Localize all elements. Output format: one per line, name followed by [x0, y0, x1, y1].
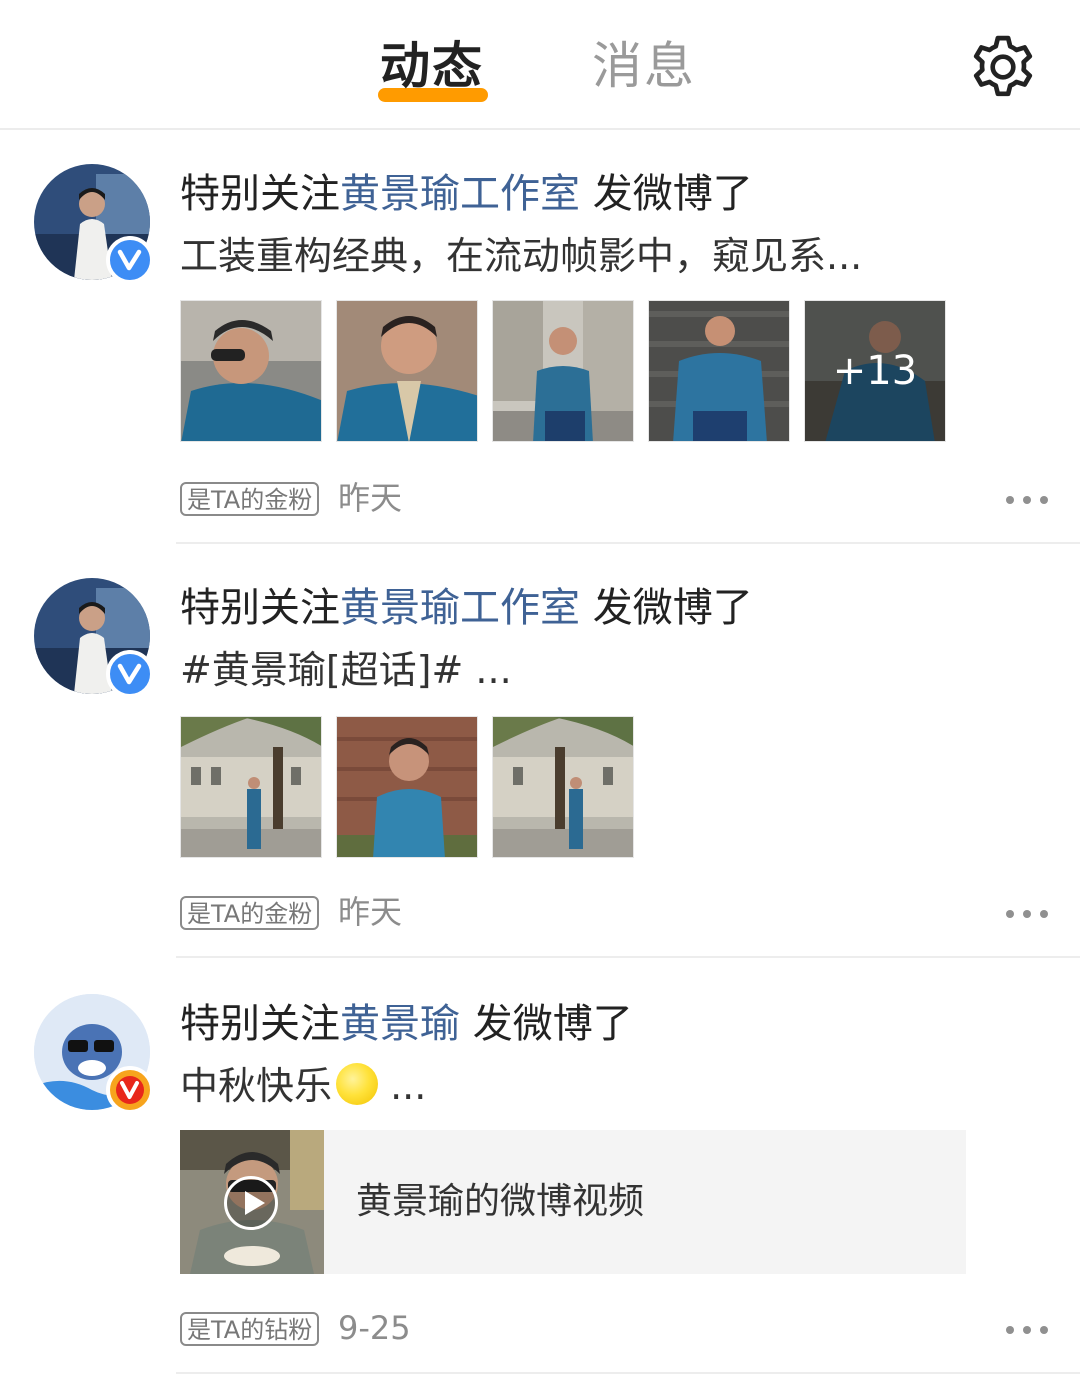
account-name-link[interactable]: 黄景瑜工作室: [340, 585, 580, 631]
post-image[interactable]: [180, 300, 322, 442]
video-card[interactable]: 黄景瑜的微博视频: [180, 1130, 966, 1274]
feed-item[interactable]: 特别关注黄景瑜工作室 发微博了 #黄景瑜[超话]# ... 是TA的金粉 昨天: [0, 544, 1080, 958]
feed-item[interactable]: 特别关注黄景瑜 发微博了 中秋快乐 ... 黄景瑜的微博视频 是TA的钻粉 9-…: [0, 958, 1080, 1381]
account-name-link[interactable]: 黄景瑜: [340, 1001, 460, 1047]
post-image[interactable]: [336, 716, 478, 858]
post-prefix: 特别关注: [180, 171, 340, 217]
post-snippet[interactable]: 中秋快乐 ...: [180, 1058, 426, 1114]
post-suffix: 发微博了: [580, 171, 753, 217]
video-title: 黄景瑜的微博视频: [356, 1181, 645, 1222]
more-options-icon[interactable]: [1006, 904, 1048, 924]
post-image[interactable]: [648, 300, 790, 442]
post-time: 昨天: [338, 479, 403, 517]
gear-icon[interactable]: [970, 34, 1036, 100]
verified-badge-icon: [106, 1066, 154, 1114]
verified-badge-icon: [106, 650, 154, 698]
post-title: 特别关注黄景瑜 发微博了: [180, 996, 633, 1052]
feed-item[interactable]: 特别关注黄景瑜工作室 发微博了 工装重构经典，在流动帧影中，窥见系... +13…: [0, 130, 1080, 544]
more-options-icon[interactable]: [1006, 1320, 1048, 1340]
play-icon[interactable]: [224, 1176, 278, 1230]
post-snippet[interactable]: #黄景瑜[超话]# ...: [180, 642, 512, 698]
fan-level-badge: 是TA的金粉: [180, 896, 320, 930]
verified-badge-icon: [106, 236, 154, 284]
post-title: 特别关注黄景瑜工作室 发微博了: [180, 166, 753, 222]
post-title: 特别关注黄景瑜工作室 发微博了: [180, 580, 753, 636]
tab-feed[interactable]: 动态: [380, 36, 484, 96]
snippet-ellipsis: ...: [378, 1064, 427, 1108]
more-images-count: +13: [805, 301, 945, 441]
tab-messages[interactable]: 消息: [592, 36, 696, 96]
post-image[interactable]: [336, 300, 478, 442]
fan-level-badge: 是TA的金粉: [180, 482, 320, 516]
post-prefix: 特别关注: [180, 585, 340, 631]
post-image[interactable]: [180, 716, 322, 858]
fan-level-badge: 是TA的钻粉: [180, 1312, 320, 1346]
moon-emoji-icon: [336, 1063, 379, 1105]
video-thumbnail[interactable]: [180, 1130, 324, 1274]
post-suffix: 发微博了: [460, 1001, 633, 1047]
post-time: 9-25: [338, 1309, 411, 1347]
post-time: 昨天: [338, 893, 403, 931]
post-image[interactable]: [492, 716, 634, 858]
top-bar: 动态 消息: [0, 0, 1080, 130]
snippet-text: 中秋快乐: [180, 1064, 333, 1108]
post-prefix: 特别关注: [180, 1001, 340, 1047]
account-name-link[interactable]: 黄景瑜工作室: [340, 171, 580, 217]
more-options-icon[interactable]: [1006, 490, 1048, 510]
post-image[interactable]: [492, 300, 634, 442]
post-image[interactable]: +13: [804, 300, 946, 442]
post-snippet[interactable]: 工装重构经典，在流动帧影中，窥见系...: [180, 228, 862, 284]
divider: [176, 1372, 1080, 1374]
post-suffix: 发微博了: [580, 585, 753, 631]
